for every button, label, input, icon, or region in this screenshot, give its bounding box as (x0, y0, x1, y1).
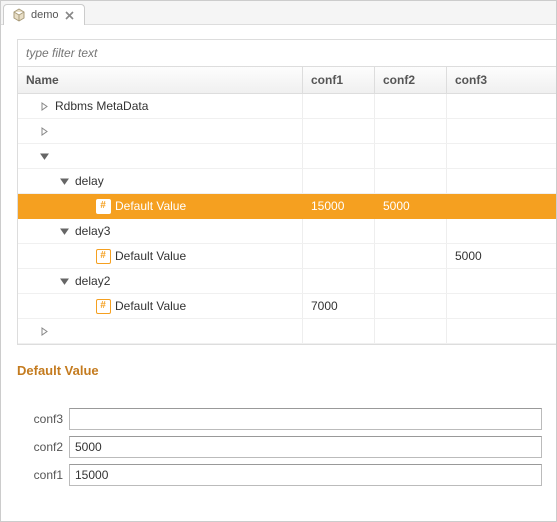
table-row[interactable]: # Default Value 7000 (18, 294, 556, 319)
cell-conf2 (375, 244, 447, 268)
field-input-conf3[interactable] (69, 408, 542, 430)
cell-conf2 (375, 294, 447, 318)
cell-conf1 (303, 169, 375, 193)
cell-conf2 (375, 269, 447, 293)
row-label: Rdbms MetaData (55, 99, 148, 113)
field-row: conf2 (17, 436, 542, 458)
cell-conf3 (447, 144, 556, 168)
cell-name: delay2 (18, 269, 303, 293)
cell-conf2 (375, 219, 447, 243)
cell-name (18, 144, 303, 168)
cell-name: # Default Value (18, 294, 303, 318)
cell-conf3 (447, 269, 556, 293)
table-row[interactable]: delay (18, 169, 556, 194)
cell-name: Rdbms MetaData (18, 94, 303, 118)
hash-icon: # (96, 249, 111, 264)
cell-conf3 (447, 219, 556, 243)
col-name[interactable]: Name (18, 67, 303, 93)
row-label: Default Value (115, 249, 186, 263)
cell-name: # Default Value (18, 194, 303, 218)
cell-name (18, 319, 303, 343)
cell-conf1 (303, 244, 375, 268)
row-label: Default Value (115, 299, 186, 313)
cell-conf3 (447, 319, 556, 343)
tab-bar: demo (1, 1, 556, 25)
cell-conf2 (375, 169, 447, 193)
expand-toggle[interactable] (40, 327, 49, 336)
expand-toggle (80, 302, 89, 311)
detail-section: Default Value conf3 conf2 conf1 (15, 345, 556, 486)
table-header: Name conf1 conf2 conf3 (18, 67, 556, 94)
row-label: delay3 (75, 224, 110, 238)
field-input-conf1[interactable] (69, 464, 542, 486)
table-row[interactable] (18, 144, 556, 169)
row-label: Default Value (115, 199, 186, 213)
expand-toggle (80, 202, 89, 211)
expand-toggle[interactable] (60, 177, 69, 186)
field-label: conf1 (17, 468, 63, 482)
tab-label: demo (31, 9, 59, 21)
expand-toggle[interactable] (60, 227, 69, 236)
table-row[interactable] (18, 319, 556, 344)
expand-toggle (80, 252, 89, 261)
hash-icon: # (96, 199, 111, 214)
col-conf2[interactable]: conf2 (375, 67, 447, 93)
tree-table: Name conf1 conf2 conf3 Rdbms MetaData del… (17, 67, 557, 345)
cell-conf2 (375, 144, 447, 168)
cell-conf1: 7000 (303, 294, 375, 318)
table-row[interactable] (18, 119, 556, 144)
filter-box[interactable] (17, 39, 557, 67)
table-row[interactable]: delay2 (18, 269, 556, 294)
cell-name: delay (18, 169, 303, 193)
cell-conf3: 5000 (447, 244, 556, 268)
cell-conf1 (303, 94, 375, 118)
cell-conf3 (447, 94, 556, 118)
expand-toggle[interactable] (40, 152, 49, 161)
detail-title: Default Value (17, 363, 542, 378)
tab-demo[interactable]: demo (3, 4, 85, 25)
row-label: delay (75, 174, 104, 188)
cell-conf2 (375, 94, 447, 118)
cell-conf1 (303, 219, 375, 243)
cell-conf1 (303, 319, 375, 343)
cell-conf3 (447, 169, 556, 193)
cell-conf3 (447, 194, 556, 218)
table-row[interactable]: # Default Value 150005000 (18, 194, 556, 219)
cell-conf3 (447, 119, 556, 143)
field-row: conf3 (17, 408, 542, 430)
col-conf1[interactable]: conf1 (303, 67, 375, 93)
cell-conf3 (447, 294, 556, 318)
cell-name: # Default Value (18, 244, 303, 268)
field-label: conf2 (17, 440, 63, 454)
cell-conf1 (303, 144, 375, 168)
row-label: delay2 (75, 274, 110, 288)
cell-conf1 (303, 269, 375, 293)
cell-conf2: 5000 (375, 194, 447, 218)
cell-name: delay3 (18, 219, 303, 243)
table-row[interactable]: # Default Value 5000 (18, 244, 556, 269)
field-row: conf1 (17, 464, 542, 486)
cell-conf2 (375, 319, 447, 343)
cell-conf1 (303, 119, 375, 143)
table-row[interactable]: delay3 (18, 219, 556, 244)
package-icon (12, 8, 26, 22)
table-row[interactable]: Rdbms MetaData (18, 94, 556, 119)
expand-toggle[interactable] (40, 102, 49, 111)
tree-body: Rdbms MetaDatadelay#Default Value1500050… (18, 94, 556, 344)
close-icon[interactable] (64, 9, 76, 21)
expand-toggle[interactable] (40, 127, 49, 136)
col-conf3[interactable]: conf3 (447, 67, 556, 93)
cell-conf2 (375, 119, 447, 143)
cell-name (18, 119, 303, 143)
hash-icon: # (96, 299, 111, 314)
expand-toggle[interactable] (60, 277, 69, 286)
field-label: conf3 (17, 412, 63, 426)
cell-conf1: 15000 (303, 194, 375, 218)
filter-input[interactable] (26, 46, 548, 60)
field-input-conf2[interactable] (69, 436, 542, 458)
